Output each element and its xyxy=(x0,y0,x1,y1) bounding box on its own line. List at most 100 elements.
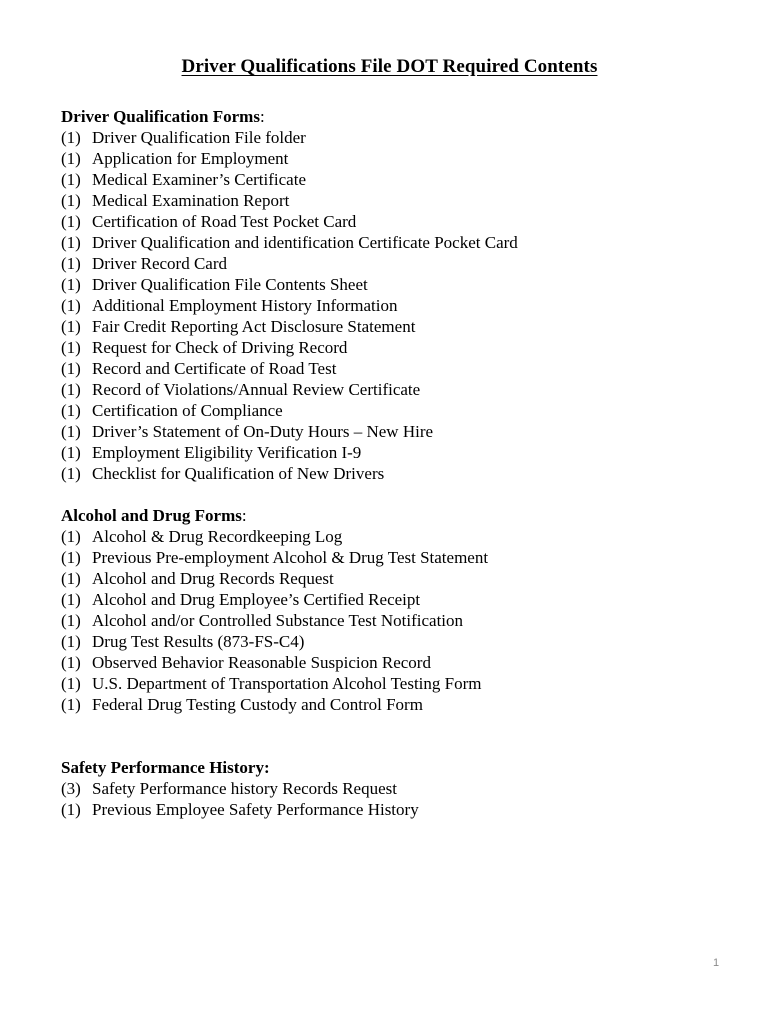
item-count: (1) xyxy=(61,212,81,231)
section-item-list: (1) Driver Qualification File folder (1) Ap… xyxy=(61,127,718,484)
document-body: Driver Qualifications File DOT Required … xyxy=(61,56,718,820)
list-item: (1) Application for Employment xyxy=(61,148,718,169)
document-section: Driver Qualification Forms: (1) Driver Qua… xyxy=(61,106,718,484)
item-count: (1) xyxy=(61,191,81,210)
list-item: (1) Alcohol & Drug Recordkeeping Log xyxy=(61,526,718,547)
item-count: (1) xyxy=(61,632,81,651)
item-label: Alcohol and Drug Records Request xyxy=(92,569,334,588)
item-label: Medical Examiner’s Certificate xyxy=(92,170,306,189)
section-heading: Safety Performance History: xyxy=(61,757,718,778)
list-item: (1) Employment Eligibility Verification I… xyxy=(61,442,718,463)
list-item: (1) Driver Record Card xyxy=(61,253,718,274)
list-item: (1) Federal Drug Testing Custody and Cont… xyxy=(61,694,718,715)
item-label: Fair Credit Reporting Act Disclosure Sta… xyxy=(92,317,416,336)
list-item: (1) Driver Qualification File folder xyxy=(61,127,718,148)
item-count: (1) xyxy=(61,590,81,609)
item-label: Driver Qualification File Contents Sheet xyxy=(92,275,368,294)
list-item: (1) Fair Credit Reporting Act Disclosure … xyxy=(61,316,718,337)
list-item: (1) Drug Test Results (873-FS-C4) xyxy=(61,631,718,652)
item-label: Driver’s Statement of On-Duty Hours – Ne… xyxy=(92,422,434,441)
item-count: (1) xyxy=(61,464,81,483)
item-count: (1) xyxy=(61,401,81,420)
item-count: (1) xyxy=(61,170,81,189)
item-label: U.S. Department of Transportation Alcoho… xyxy=(92,674,482,693)
item-count: (1) xyxy=(61,317,81,336)
item-count: (1) xyxy=(61,359,81,378)
list-item: (1) U.S. Department of Transportation Alc… xyxy=(61,673,718,694)
item-count: (1) xyxy=(61,800,81,819)
list-item: (1) Request for Check of Driving Record xyxy=(61,337,718,358)
item-label: Checklist for Qualification of New Drive… xyxy=(92,464,385,483)
list-item: (1) Additional Employment History Informa… xyxy=(61,295,718,316)
list-item: (1) Previous Employee Safety Performance … xyxy=(61,799,718,820)
list-item: (1) Certification of Compliance xyxy=(61,400,718,421)
item-count: (1) xyxy=(61,653,81,672)
item-count: (1) xyxy=(61,674,81,693)
item-label: Alcohol and/or Controlled Substance Test… xyxy=(92,611,464,630)
item-label: Application for Employment xyxy=(92,149,289,168)
item-label: Additional Employment History Informatio… xyxy=(92,296,398,315)
item-label: Safety Performance history Records Reque… xyxy=(92,779,397,798)
list-item: (1) Driver Qualification and identificati… xyxy=(61,232,718,253)
item-label: Medical Examination Report xyxy=(92,191,290,210)
list-item: (1) Medical Examiner’s Certificate xyxy=(61,169,718,190)
item-label: Driver Qualification and identification … xyxy=(92,233,518,252)
item-count: (1) xyxy=(61,611,81,630)
item-label: Driver Qualification File folder xyxy=(92,128,306,147)
item-count: (1) xyxy=(61,254,81,273)
document-section: Alcohol and Drug Forms: (1) Alcohol & Drug… xyxy=(61,505,718,715)
item-count: (1) xyxy=(61,338,81,357)
list-item: (1) Observed Behavior Reasonable Suspicio… xyxy=(61,652,718,673)
list-item: (3) Safety Performance history Records Re… xyxy=(61,778,718,799)
page-title-text: Driver Qualifications File DOT Required … xyxy=(181,56,598,77)
section-heading: Alcohol and Drug Forms: xyxy=(61,505,718,526)
item-label: Previous Employee Safety Performance His… xyxy=(92,800,419,819)
item-label: Certification of Road Test Pocket Card xyxy=(92,212,357,231)
item-label: Observed Behavior Reasonable Suspicion R… xyxy=(92,653,431,672)
item-count: (1) xyxy=(61,527,81,546)
list-item: (1) Alcohol and Drug Employee’s Certified… xyxy=(61,589,718,610)
item-count: (1) xyxy=(61,233,81,252)
section-heading-text: Safety Performance History xyxy=(61,758,264,777)
section-heading-colon: : xyxy=(259,107,265,126)
item-label: Federal Drug Testing Custody and Control… xyxy=(92,695,423,714)
item-label: Alcohol & Drug Recordkeeping Log xyxy=(92,527,343,546)
item-label: Driver Record Card xyxy=(92,254,228,273)
item-label: Record of Violations/Annual Review Certi… xyxy=(92,380,421,399)
item-count: (1) xyxy=(61,296,81,315)
page-number: 1 xyxy=(712,957,720,969)
list-item: (1) Certification of Road Test Pocket Car… xyxy=(61,211,718,232)
item-label: Previous Pre-employment Alcohol & Drug T… xyxy=(92,548,489,567)
page-title: Driver Qualifications File DOT Required … xyxy=(61,56,718,78)
item-count: (1) xyxy=(61,275,81,294)
section-heading-colon: : xyxy=(241,506,247,525)
section-heading-text: Alcohol and Drug Forms xyxy=(61,506,242,525)
item-count: (1) xyxy=(61,695,81,714)
item-label: Record and Certificate of Road Test xyxy=(92,359,337,378)
list-item: (1) Driver’s Statement of On-Duty Hours –… xyxy=(61,421,718,442)
section-heading-colon: : xyxy=(263,758,270,777)
item-count: (1) xyxy=(61,443,81,462)
list-item: (1) Record of Violations/Annual Review Ce… xyxy=(61,379,718,400)
section-item-list: (1) Alcohol & Drug Recordkeeping Log (1) Pr… xyxy=(61,526,718,715)
document-page: Driver Qualifications File DOT Required … xyxy=(0,0,770,1024)
item-label: Certification of Compliance xyxy=(92,401,283,420)
item-label: Employment Eligibility Verification I-9 xyxy=(92,443,362,462)
list-item: (1) Previous Pre-employment Alcohol & Dru… xyxy=(61,547,718,568)
sections-container: Driver Qualification Forms: (1) Driver Qua… xyxy=(61,106,718,820)
list-item: (1) Medical Examination Report xyxy=(61,190,718,211)
item-count: (1) xyxy=(61,380,81,399)
item-label: Request for Check of Driving Record xyxy=(92,338,348,357)
item-label: Alcohol and Drug Employee’s Certified Re… xyxy=(92,590,421,609)
document-section: Safety Performance History: (3) Safety Per… xyxy=(61,757,718,820)
section-heading-text: Driver Qualification Forms xyxy=(61,107,260,126)
item-count: (1) xyxy=(61,128,81,147)
item-count: (1) xyxy=(61,149,81,168)
list-item: (1) Alcohol and/or Controlled Substance T… xyxy=(61,610,718,631)
item-count: (3) xyxy=(61,779,81,798)
list-item: (1) Checklist for Qualification of New Dr… xyxy=(61,463,718,484)
item-count: (1) xyxy=(61,569,81,588)
item-label: Drug Test Results (873-FS-C4) xyxy=(92,632,305,651)
list-item: (1) Record and Certificate of Road Test xyxy=(61,358,718,379)
list-item: (1) Driver Qualification File Contents Sh… xyxy=(61,274,718,295)
